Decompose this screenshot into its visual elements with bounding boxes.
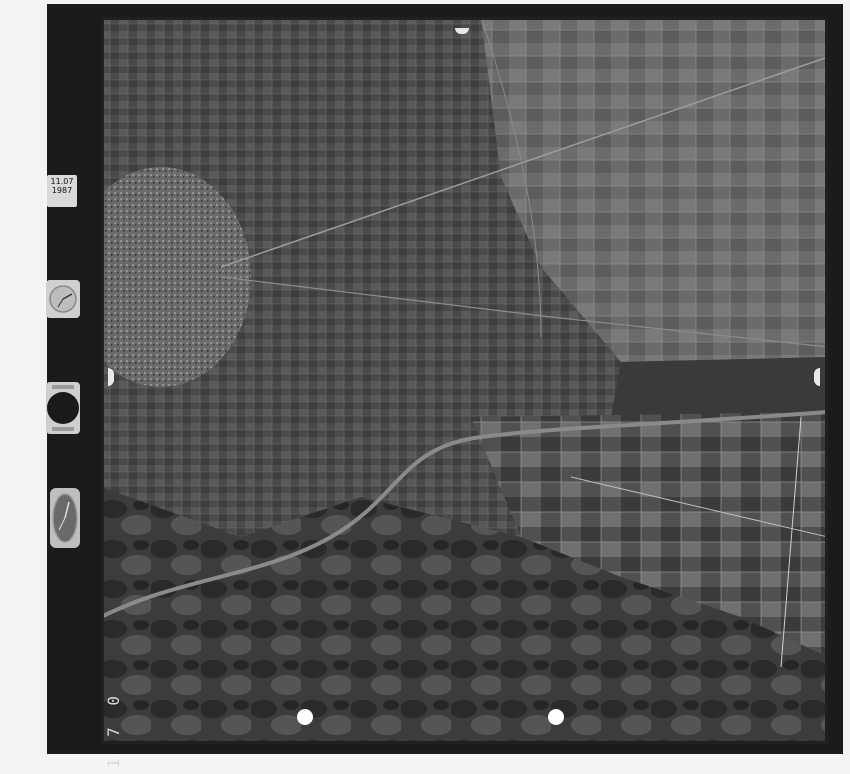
date-line-2: 1987 [51, 186, 73, 195]
date-label: 11.07 1987 [47, 175, 77, 207]
aerial-photograph [101, 17, 828, 744]
clock-icon [50, 488, 80, 548]
date-line-1: 11.07 [50, 177, 74, 186]
aerial-terrain-image [101, 17, 828, 744]
fiducial-mark-bottom-right [548, 709, 564, 725]
level-bubble-icon [46, 382, 80, 434]
fiducial-notch-right [814, 368, 820, 386]
frame-number: 1 7 0 [104, 690, 123, 769]
altimeter-icon [46, 280, 80, 318]
fiducial-mark-bottom-left [297, 709, 313, 725]
